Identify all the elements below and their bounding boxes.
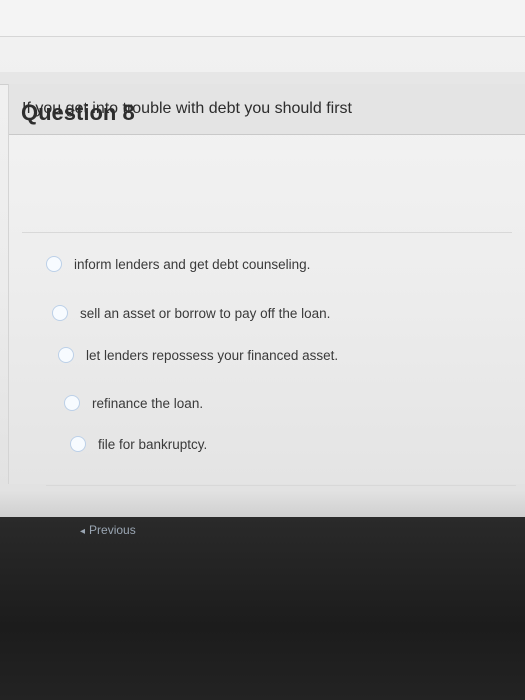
answer-option[interactable]: file for bankruptcy. — [70, 436, 207, 452]
answer-option[interactable]: sell an asset or borrow to pay off the l… — [52, 305, 330, 321]
radio-button[interactable] — [58, 347, 74, 363]
answer-label: refinance the loan. — [92, 395, 204, 411]
answer-label: file for bankruptcy. — [98, 436, 208, 452]
answer-option[interactable]: let lenders repossess your financed asse… — [58, 347, 338, 363]
divider — [22, 232, 512, 233]
screen-bezel — [0, 517, 525, 700]
previous-label: Previous — [89, 523, 136, 537]
divider — [46, 485, 516, 486]
radio-button[interactable] — [46, 256, 62, 272]
answer-option[interactable]: inform lenders and get debt counseling. — [46, 256, 310, 272]
top-strip — [0, 0, 525, 37]
chevron-left-icon: ◂ — [80, 526, 86, 537]
answer-label: let lenders repossess your financed asse… — [86, 347, 339, 363]
answer-label: inform lenders and get debt counseling. — [74, 256, 311, 272]
question-card: Question 8 — [8, 84, 525, 484]
answer-option[interactable]: refinance the loan. — [64, 395, 203, 411]
answer-label: sell an asset or borrow to pay off the l… — [80, 305, 331, 321]
previous-button[interactable]: ◂ Previous — [80, 523, 136, 537]
radio-button[interactable] — [52, 305, 68, 321]
radio-button[interactable] — [70, 436, 86, 452]
question-prompt: If you get into trouble with debt you sh… — [22, 100, 352, 117]
radio-button[interactable] — [64, 395, 80, 411]
